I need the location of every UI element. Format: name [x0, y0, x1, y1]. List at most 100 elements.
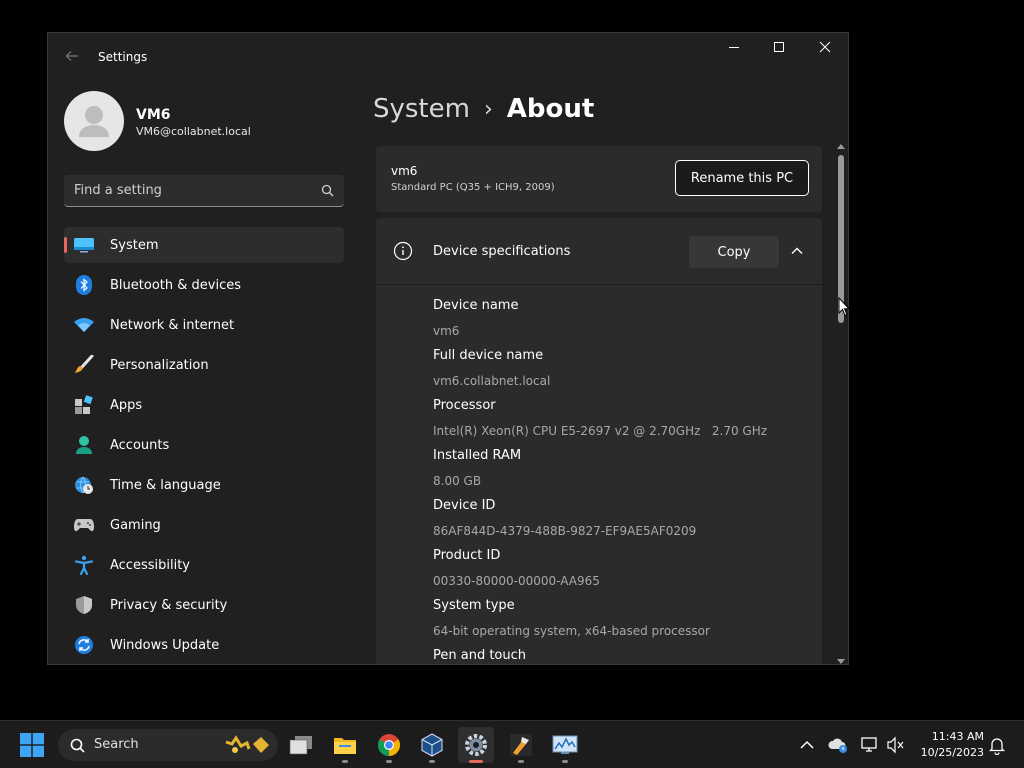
bell-icon[interactable]	[987, 735, 1007, 755]
spec-label: Pen and touch	[433, 648, 527, 663]
sidebar-item-label: Time & language	[110, 477, 221, 493]
virtualbox-button[interactable]	[414, 727, 450, 763]
settings-window: Settings VM6 VM6@collabnet.local System …	[47, 32, 849, 665]
minimize-icon	[729, 47, 739, 48]
spec-value: Intel(R) Xeon(R) CPU E5-2697 v2 @ 2.70GH…	[433, 424, 768, 438]
page-title: About	[506, 94, 595, 124]
spec-label: Device ID	[433, 498, 496, 513]
spec-value: 00330-80000-00000-AA965	[433, 574, 600, 588]
spec-row-product-id: Product ID 00330-80000-00000-AA965	[433, 546, 813, 596]
spec-label: Processor	[433, 398, 496, 413]
content-scrollbar[interactable]	[836, 143, 846, 665]
minimize-button[interactable]	[714, 41, 754, 61]
sidebar-item-label: Personalization	[110, 357, 209, 373]
sidebar-item-gaming[interactable]: Gaming	[64, 507, 344, 543]
rename-pc-button[interactable]: Rename this PC	[675, 160, 809, 196]
pc-name-card: vm6 Standard PC (Q35 + ICH9, 2009) Renam…	[376, 146, 822, 212]
sidebar-item-label: System	[110, 237, 159, 253]
accessibility-icon	[72, 553, 96, 577]
spec-label: Installed RAM	[433, 448, 522, 463]
running-indicator	[386, 760, 392, 763]
person-icon	[72, 433, 96, 457]
taskbar-search[interactable]: Search	[58, 729, 278, 761]
clock-date: 10/25/2023	[920, 746, 984, 759]
profile-name: VM6	[136, 107, 171, 123]
device-specifications-title: Device specifications	[433, 244, 571, 259]
sidebar-item-personalization[interactable]: Personalization	[64, 347, 344, 383]
spec-value: vm6.collabnet.local	[433, 374, 551, 388]
spec-row-installed-ram: Installed RAM 8.00 GB	[433, 446, 813, 496]
breadcrumb-parent[interactable]: System	[373, 94, 470, 124]
spec-value: 8.00 GB	[433, 474, 482, 488]
device-specifications-card: Device specifications Copy Device name v…	[376, 218, 822, 664]
active-indicator	[469, 760, 483, 763]
spec-label: Device name	[433, 298, 519, 313]
sidebar-item-accessibility[interactable]: Accessibility	[64, 547, 344, 583]
gear-icon	[465, 734, 487, 756]
task-view-button[interactable]	[283, 727, 319, 763]
shield-icon	[72, 593, 96, 617]
system-clock[interactable]: 11:43 AM 10/25/2023	[912, 729, 984, 761]
scroll-up-icon[interactable]	[837, 143, 845, 151]
task-view-icon	[289, 736, 312, 755]
sidebar-nav: System Bluetooth & devices Network & int…	[64, 227, 344, 664]
update-icon	[72, 633, 96, 657]
search-highlight-icon	[225, 735, 269, 753]
sidebar-item-label: Accessibility	[110, 557, 190, 573]
file-explorer-button[interactable]	[327, 727, 363, 763]
apps-icon	[72, 393, 96, 417]
spec-list: Device name vm6 Full device name vm6.col…	[433, 296, 813, 664]
network-icon[interactable]	[860, 735, 880, 755]
spec-label: Product ID	[433, 548, 501, 563]
chevron-up-icon[interactable]	[797, 735, 817, 755]
device-specifications-header[interactable]: Device specifications Copy	[376, 218, 822, 285]
sidebar-item-label: Accounts	[110, 437, 170, 453]
breadcrumb-separator: ›	[483, 96, 493, 122]
sidebar-item-time-language[interactable]: Time & language	[64, 467, 344, 503]
search-input[interactable]	[74, 175, 304, 206]
start-button[interactable]	[20, 733, 44, 757]
spec-row-system-type: System type 64-bit operating system, x64…	[433, 596, 813, 646]
taskbar-search-label: Search	[94, 737, 139, 752]
speaker-muted-icon[interactable]	[886, 735, 906, 755]
profile-email: VM6@collabnet.local	[136, 125, 251, 138]
sidebar-item-system[interactable]: System	[64, 227, 344, 263]
settings-search[interactable]	[64, 175, 344, 207]
running-indicator	[342, 760, 348, 763]
copy-button[interactable]: Copy	[689, 236, 779, 268]
scroll-down-icon[interactable]	[837, 657, 845, 665]
close-button[interactable]	[805, 41, 845, 61]
onedrive-status-icon[interactable]	[828, 735, 848, 755]
chrome-button[interactable]	[371, 727, 407, 763]
spec-row-full-device-name: Full device name vm6.collabnet.local	[433, 346, 813, 396]
spec-label: System type	[433, 598, 515, 613]
sidebar-item-accounts[interactable]: Accounts	[64, 427, 344, 463]
terminal-tool-button[interactable]	[503, 727, 539, 763]
spec-row-processor: Processor Intel(R) Xeon(R) CPU E5-2697 v…	[433, 396, 813, 446]
sidebar-item-bluetooth[interactable]: Bluetooth & devices	[64, 267, 344, 303]
globe-clock-icon	[72, 473, 96, 497]
search-icon	[321, 184, 334, 197]
sidebar-item-privacy-security[interactable]: Privacy & security	[64, 587, 344, 623]
sidebar-item-label: Bluetooth & devices	[110, 277, 241, 293]
settings-taskbar-button[interactable]	[458, 727, 494, 763]
performance-monitor-button[interactable]	[547, 727, 583, 763]
sidebar-item-label: Network & internet	[110, 317, 235, 333]
sidebar-item-apps[interactable]: Apps	[64, 387, 344, 423]
pc-name: vm6	[391, 164, 418, 178]
clock-time: 11:43 AM	[931, 730, 984, 743]
spec-value: 64-bit operating system, x64-based proce…	[433, 624, 710, 638]
system-icon	[72, 233, 96, 257]
sidebar-item-label: Apps	[110, 397, 143, 413]
maximize-button[interactable]	[759, 41, 799, 61]
mouse-cursor-icon	[838, 297, 850, 317]
avatar	[64, 91, 124, 151]
tool-app-icon	[510, 734, 532, 756]
spec-row-device-name: Device name vm6	[433, 296, 813, 346]
back-button[interactable]	[62, 49, 82, 67]
cube-app-icon	[421, 733, 443, 757]
chevron-up-icon[interactable]	[790, 244, 804, 258]
sidebar-item-network[interactable]: Network & internet	[64, 307, 344, 343]
sidebar-item-windows-update[interactable]: Windows Update	[64, 627, 344, 663]
pc-model: Standard PC (Q35 + ICH9, 2009)	[391, 182, 555, 193]
